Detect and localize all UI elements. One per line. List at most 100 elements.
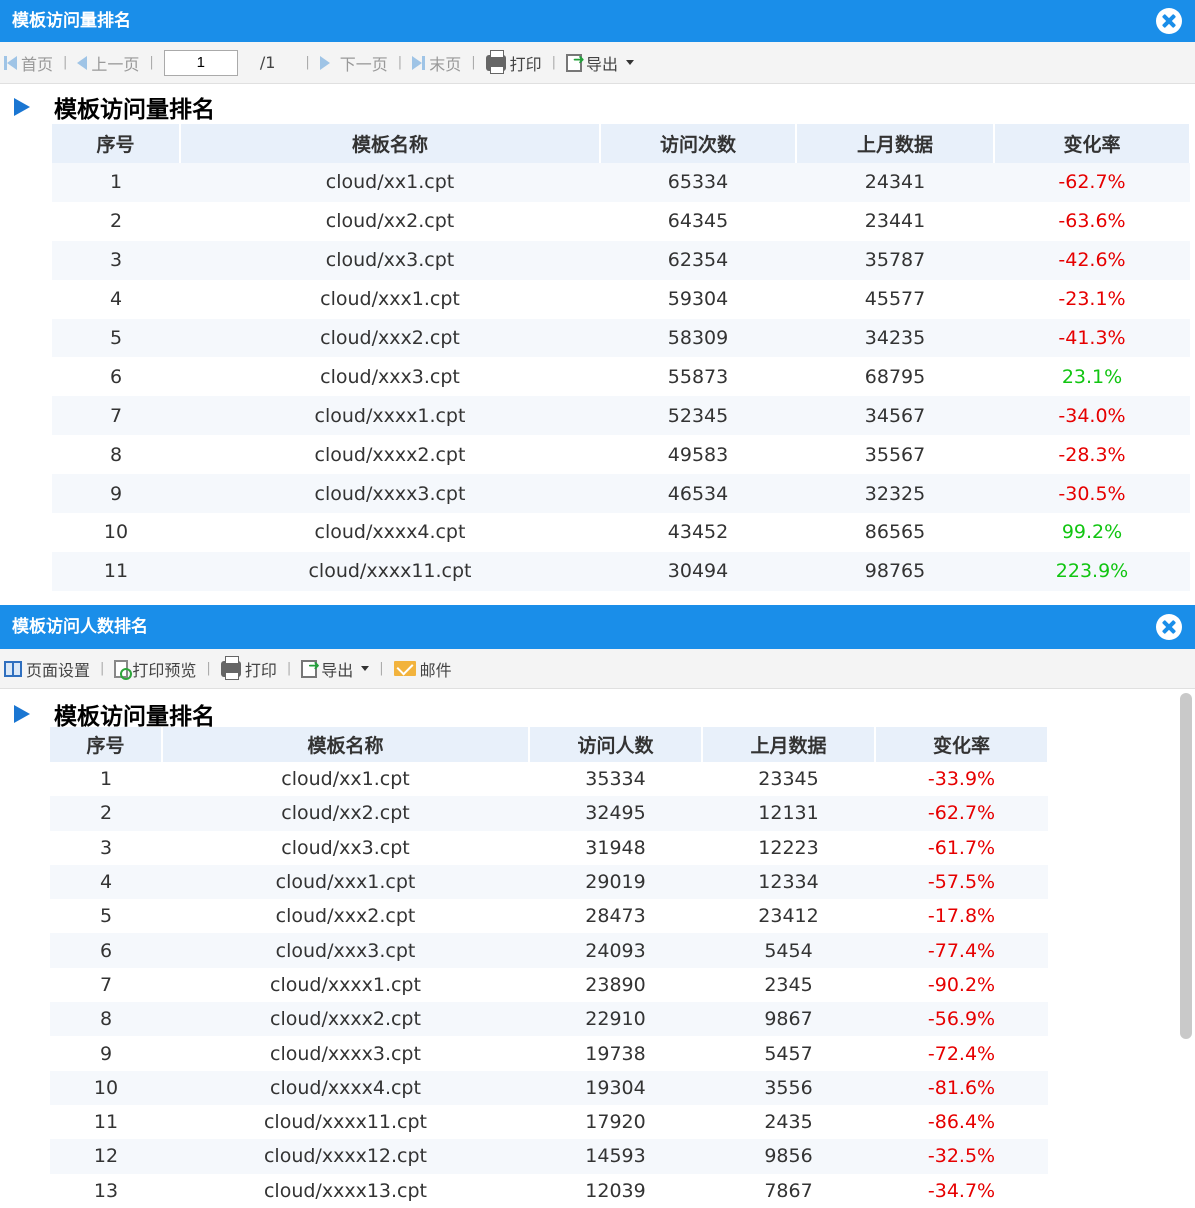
template-name-cell: cloud/xxxx4.cpt [314, 521, 466, 544]
panel-titlebar: 模板访问量排名 [0, 0, 1195, 42]
table-row: 5 cloud/xxx2.cpt 28473 23412 -17.8% [50, 899, 1048, 933]
table-row: 1 cloud/xx1.cpt 35334 23345 -33.9% [50, 762, 1048, 796]
last-month-cell: 68795 [864, 365, 926, 388]
template-name-cell: cloud/xx3.cpt [180, 240, 600, 280]
toolbar-separator: | [63, 55, 68, 70]
print-button[interactable]: 打印 [485, 49, 542, 75]
close-icon[interactable] [1156, 8, 1182, 34]
close-icon[interactable] [1156, 614, 1182, 640]
rank-cell: 5 [52, 318, 180, 358]
print-preview-button[interactable]: 打印预览 [114, 657, 196, 681]
export-button[interactable]: 导出 [301, 657, 370, 681]
table-row: 2 cloud/xx2.cpt 64345 23441 -63.6% [52, 202, 1190, 241]
last-month-cell: 45577 [864, 288, 926, 311]
table-row: 11 cloud/xxxx11.cpt 30494 98765 223.9% [52, 551, 1190, 591]
column-header: 模板名称 [180, 124, 601, 163]
change-rate-cell: -62.7% [994, 163, 1190, 202]
count-cell: 22910 [529, 1002, 702, 1037]
table-row: 9 cloud/xxxx3.cpt 19738 5457 -72.4% [50, 1036, 1048, 1070]
last-month-cell: 23412 [758, 905, 819, 928]
count-cell: 46534 [600, 474, 796, 514]
table-row: 5 cloud/xxx2.cpt 58309 34235 -41.3% [52, 318, 1190, 358]
panel-title: 模板访问量排名 [12, 11, 131, 31]
rank-cell: 10 [103, 521, 129, 544]
change-rate-cell: -42.6% [994, 240, 1190, 280]
print-button[interactable]: 打印 [220, 655, 277, 681]
rank-cell: 11 [52, 551, 180, 591]
change-rate-cell: -77.4% [875, 933, 1048, 968]
template-name-cell: cloud/xxx3.cpt [162, 933, 529, 968]
table-row: 11 cloud/xxxx11.cpt 17920 2435 -86.4% [50, 1105, 1048, 1139]
table-header-row: 序号 模板名称 访问人数 上月数据 变化率 [50, 727, 1049, 762]
print-preview-icon [114, 659, 133, 680]
template-name-cell: cloud/xx2.cpt [325, 210, 455, 233]
play-marker-icon [14, 98, 30, 116]
first-page-icon [4, 55, 17, 70]
first-page-button[interactable]: 首页 [4, 51, 53, 75]
change-rate-cell: -23.1% [1058, 288, 1126, 311]
toolbar-separator: | [397, 55, 403, 70]
last-month-cell: 3556 [702, 1070, 875, 1105]
next-page-button[interactable]: 下一页 [319, 51, 388, 75]
last-month-cell: 34567 [796, 396, 994, 436]
visitors-ranking-panel: 模板访问人数排名 页面设置 | 打印预览 | 打印 | 导出 | 邮件 [0, 605, 1195, 1203]
last-page-button[interactable]: 末页 [412, 51, 461, 75]
play-marker-icon [14, 705, 30, 723]
page-total: /1 [259, 53, 276, 72]
last-month-cell: 98765 [796, 551, 994, 591]
change-rate-cell: 223.9% [994, 551, 1190, 591]
last-month-cell: 34235 [796, 318, 994, 358]
rank-cell: 8 [50, 1002, 162, 1037]
page-setup-button[interactable]: 页面设置 [4, 657, 90, 681]
chevron-down-icon [361, 666, 370, 671]
last-month-cell: 12334 [702, 864, 875, 900]
rank-cell: 6 [50, 933, 162, 968]
change-rate-cell: -34.0% [994, 396, 1190, 436]
count-cell: 31948 [585, 836, 646, 859]
change-rate-cell: -30.5% [994, 474, 1190, 514]
count-cell: 58309 [600, 318, 796, 358]
last-month-cell: 12223 [758, 836, 819, 859]
change-rate-cell: -41.3% [994, 318, 1190, 358]
report-heading: 模板访问量排名 [14, 697, 215, 731]
column-header: 访问人数 [529, 727, 703, 762]
column-header: 变化率 [994, 124, 1191, 163]
vertical-scrollbar[interactable] [1180, 693, 1192, 1039]
count-cell: 32495 [529, 796, 702, 831]
table-row: 7 cloud/xxxx1.cpt 23890 2345 -90.2% [50, 968, 1048, 1002]
toolbar-separator: | [149, 55, 154, 70]
last-month-cell: 9856 [702, 1139, 875, 1174]
rank-cell: 6 [109, 365, 123, 388]
pager-toolbar: 首页 | 上一页 | /1 | 下一页 | 末页 | 打印 | 导出 [0, 42, 1195, 84]
column-header: 访问次数 [600, 124, 797, 163]
template-name-cell: cloud/xx2.cpt [162, 796, 529, 831]
change-rate-cell: -86.4% [927, 1111, 996, 1134]
prev-page-button[interactable]: 上一页 [77, 51, 139, 75]
page-number-input[interactable] [163, 49, 238, 76]
printer-icon [220, 655, 241, 680]
table-row: 3 cloud/xx3.cpt 31948 12223 -61.7% [50, 831, 1048, 865]
rank-cell: 1 [99, 768, 113, 791]
change-rate-cell: -90.2% [927, 973, 996, 996]
last-month-cell: 2345 [764, 973, 813, 996]
change-rate-cell: -56.9% [875, 1002, 1048, 1037]
count-cell: 19738 [585, 1042, 646, 1065]
page-setup-icon [4, 660, 22, 677]
toolbar-separator: | [379, 661, 384, 676]
template-name-cell: cloud/xxxx1.cpt [180, 396, 600, 436]
count-cell: 19304 [529, 1070, 702, 1105]
rank-cell: 8 [109, 443, 123, 466]
visitors-table: 序号 模板名称 访问人数 上月数据 变化率 1 cloud/xx1.cpt 35334 233… [50, 727, 1049, 1208]
template-name-cell: cloud/xxxx3.cpt [270, 1042, 421, 1065]
change-rate-cell: -72.4% [927, 1042, 996, 1065]
template-name-cell: cloud/xxx3.cpt [320, 365, 460, 388]
export-button[interactable]: 导出 [566, 51, 635, 75]
mail-icon [393, 661, 416, 676]
template-name-cell: cloud/xxx1.cpt [320, 288, 460, 311]
toolbar-separator: | [471, 55, 476, 70]
rank-cell: 11 [93, 1111, 119, 1134]
count-cell: 17920 [585, 1111, 646, 1134]
table-row: 8 cloud/xxxx2.cpt 22910 9867 -56.9% [50, 1002, 1048, 1037]
mail-button[interactable]: 邮件 [393, 657, 452, 681]
printer-icon [485, 49, 506, 74]
